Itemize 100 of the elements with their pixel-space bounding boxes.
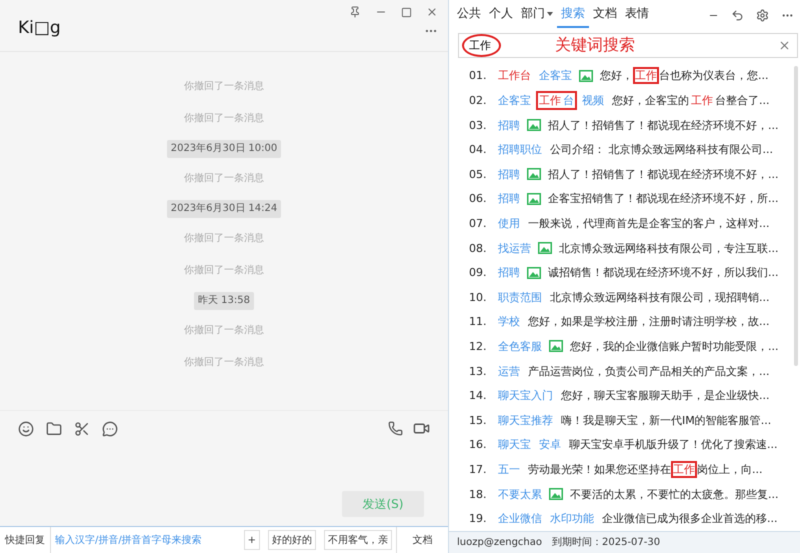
result-tag: 职责范围 — [495, 288, 545, 307]
chat-title: Ki□g — [18, 17, 61, 40]
result-row[interactable]: 18. 不要太累 不要活的太累，不要忙的太疲惫。那些复... — [469, 482, 788, 506]
result-row[interactable]: 19. 企业微信 水印功能 企业微信已成为很多企业首选的移... — [469, 506, 788, 531]
recalled-message-notice: 你撤回了一条消息 — [184, 80, 264, 94]
timestamp: 昨天 13:58 — [194, 292, 254, 310]
result-text: 您好， 工作 台也称为仪表台，您... — [599, 68, 770, 84]
result-row[interactable]: 02. 企客宝 工作 台 视频 您好，企客宝的 工作 台整合了... — [469, 88, 788, 113]
result-text: 您好，我的企业微信账户暂时功能受限，... — [569, 338, 780, 354]
result-text: 嗨！我是聊天宝，新一代IM的智能客服管... — [560, 412, 772, 428]
result-row[interactable]: 06. 招聘 企客宝招销售了！都说现在经济环境不好，所... — [469, 186, 788, 212]
result-row[interactable]: 11. 学校 您好，如果是学校注册，注册时请注明学校，故... — [469, 310, 788, 334]
result-tag: 企客宝 — [495, 91, 534, 110]
result-text: 北京博众致远网络科技有限公司，专注互联... — [558, 240, 780, 256]
result-row[interactable]: 08. 找运营 北京博众致远网络科技有限公司，专注互联... — [469, 236, 788, 260]
result-text: 不要活的太累，不要忙的太疲惫。那些复... — [569, 486, 780, 502]
result-row[interactable]: 14. 聊天宝入门 您好，聊天宝客服聊天助手，是企业级快... — [469, 383, 788, 408]
result-tag: 安卓 — [536, 435, 564, 454]
expiry-date: 到期时间：2025-07-30 — [552, 536, 660, 550]
undo-icon[interactable] — [731, 8, 744, 22]
quick-reply-chip[interactable]: 好的好的 — [268, 530, 316, 550]
quick-reply-chip[interactable]: 不用客气，亲 — [324, 530, 392, 550]
result-text: 公司介绍： 北京博众致远网络科技有限公司... — [549, 142, 774, 158]
scrollbar[interactable] — [794, 66, 798, 366]
tab[interactable]: 部门 — [517, 2, 557, 28]
recalled-message-notice: 你撤回了一条消息 — [184, 172, 264, 186]
result-number: 01. — [469, 69, 488, 82]
maximize-icon[interactable] — [401, 6, 412, 18]
result-text: 一般来说，代理商首先是企客宝的客户，这样对... — [527, 216, 770, 231]
clear-icon[interactable] — [778, 38, 791, 52]
result-row[interactable]: 07. 使用 一般来说，代理商首先是企客宝的客户，这样对... — [469, 211, 788, 236]
result-text: 您好，企客宝的 工作 台整合了... — [611, 93, 770, 108]
result-number: 15. — [469, 414, 488, 427]
result-row[interactable]: 16. 聊天宝 安卓 聊天宝安卓手机版升级了！优化了搜索速... — [469, 432, 788, 458]
result-tag: 招聘 — [495, 116, 523, 135]
result-row[interactable]: 10. 职责范围 北京博众致远网络科技有限公司，现招聘销... — [469, 284, 788, 310]
result-number: 17. — [469, 462, 488, 476]
tab[interactable]: 公共 — [453, 2, 485, 28]
result-tag: 找运营 — [495, 238, 534, 258]
chat-bubble-icon[interactable] — [102, 420, 118, 436]
tab[interactable]: 个人 — [485, 2, 517, 28]
search-value: 工作 — [462, 34, 501, 57]
result-text: 劳动最光荣！如果您还坚持在 工作 岗位上，向... — [527, 462, 764, 477]
result-text: 招人了！招销售了！都说现在经济环境不好，... — [547, 118, 780, 133]
result-tag: 工作台 — [495, 66, 534, 86]
recalled-message-notice: 你撤回了一条消息 — [184, 356, 264, 370]
scissors-icon[interactable] — [74, 420, 90, 436]
settings-icon[interactable] — [756, 8, 769, 22]
result-tag: 招聘 — [495, 164, 523, 184]
result-row[interactable]: 03. 招聘 招人了！招销售了！都说现在经济环境不好，... — [469, 112, 788, 138]
result-row[interactable]: 09. 招聘 诚招销售！都说现在经济环境不好，所以我们... — [469, 260, 788, 285]
result-tag: 水印功能 — [547, 509, 597, 528]
result-text: 企业微信已成为很多企业首选的移... — [601, 511, 778, 526]
result-number: 04. — [469, 143, 488, 156]
result-row[interactable]: 05. 招聘 招人了！招销售了！都说现在经济环境不好，... — [469, 162, 788, 187]
result-number: 19. — [469, 512, 488, 526]
result-text: 诚招销售！都说现在经济环境不好，所以我们... — [547, 265, 780, 280]
recalled-message-notice: 你撤回了一条消息 — [184, 264, 264, 278]
result-text: 企客宝招销售了！都说现在经济环境不好，所... — [547, 191, 780, 206]
result-tag: 工作 台 — [536, 91, 577, 110]
tab[interactable]: 表情 — [621, 2, 653, 28]
result-row[interactable]: 17. 五一 劳动最光荣！如果您还坚持在 工作 岗位上，向... — [469, 457, 788, 482]
result-number: 05. — [469, 168, 488, 181]
result-number: 16. — [469, 438, 488, 452]
phone-icon[interactable] — [388, 421, 403, 436]
result-number: 02. — [469, 94, 488, 108]
result-text: 聊天宝安卓手机版升级了！优化了搜索速... — [568, 437, 778, 452]
folder-icon[interactable] — [46, 420, 62, 436]
result-text: 北京博众致远网络科技有限公司，现招聘销... — [549, 290, 770, 305]
result-row[interactable]: 13. 运营 产品运营岗位，负责公司产品相关的产品文案，... — [469, 358, 788, 384]
result-tag: 聊天宝推荐 — [495, 410, 556, 430]
recalled-message-notice: 你撤回了一条消息 — [184, 232, 264, 246]
result-tag: 聊天宝 — [495, 435, 534, 454]
result-tag: 五一 — [495, 460, 523, 479]
result-number: 09. — [469, 266, 488, 280]
result-number: 10. — [469, 290, 488, 304]
result-tag: 运营 — [495, 362, 523, 381]
result-tag: 全色客服 — [495, 336, 545, 356]
result-tag: 招聘 — [495, 263, 523, 282]
result-row[interactable]: 04. 招聘职位 公司介绍： 北京博众致远网络科技有限公司... — [469, 137, 788, 162]
result-row[interactable]: 12. 全色客服 您好，我的企业微信账户暂时功能受限，... — [469, 334, 788, 359]
result-number: 12. — [469, 340, 488, 353]
result-number: 03. — [469, 118, 488, 132]
result-row[interactable]: 01. 工作台 企客宝 您好， 工作 台也称为仪表台，您... — [469, 64, 788, 88]
tab[interactable]: 文档 — [589, 2, 621, 28]
recalled-message-notice: 你撤回了一条消息 — [184, 112, 264, 126]
result-text: 您好，聊天宝客服聊天助手，是企业级快... — [560, 388, 770, 404]
pin-icon[interactable] — [349, 6, 361, 18]
result-tag: 使用 — [495, 214, 523, 233]
timestamp: 2023年6月30日 10:00 — [166, 140, 282, 158]
result-tag: 企业微信 — [495, 509, 545, 528]
emoji-icon[interactable] — [18, 420, 34, 436]
result-number: 07. — [469, 217, 488, 230]
annotation-label: 关键词搜索 — [555, 34, 636, 56]
add-button[interactable]: + — [244, 530, 260, 550]
result-row[interactable]: 15. 聊天宝推荐 嗨！我是聊天宝，新一代IM的智能客服管... — [469, 408, 788, 433]
close-icon[interactable] — [426, 6, 438, 18]
recalled-message-notice: 你撤回了一条消息 — [184, 324, 264, 338]
result-tag: 招聘职位 — [495, 140, 545, 160]
search-field[interactable]: 工作 关键词搜索 — [458, 32, 798, 58]
